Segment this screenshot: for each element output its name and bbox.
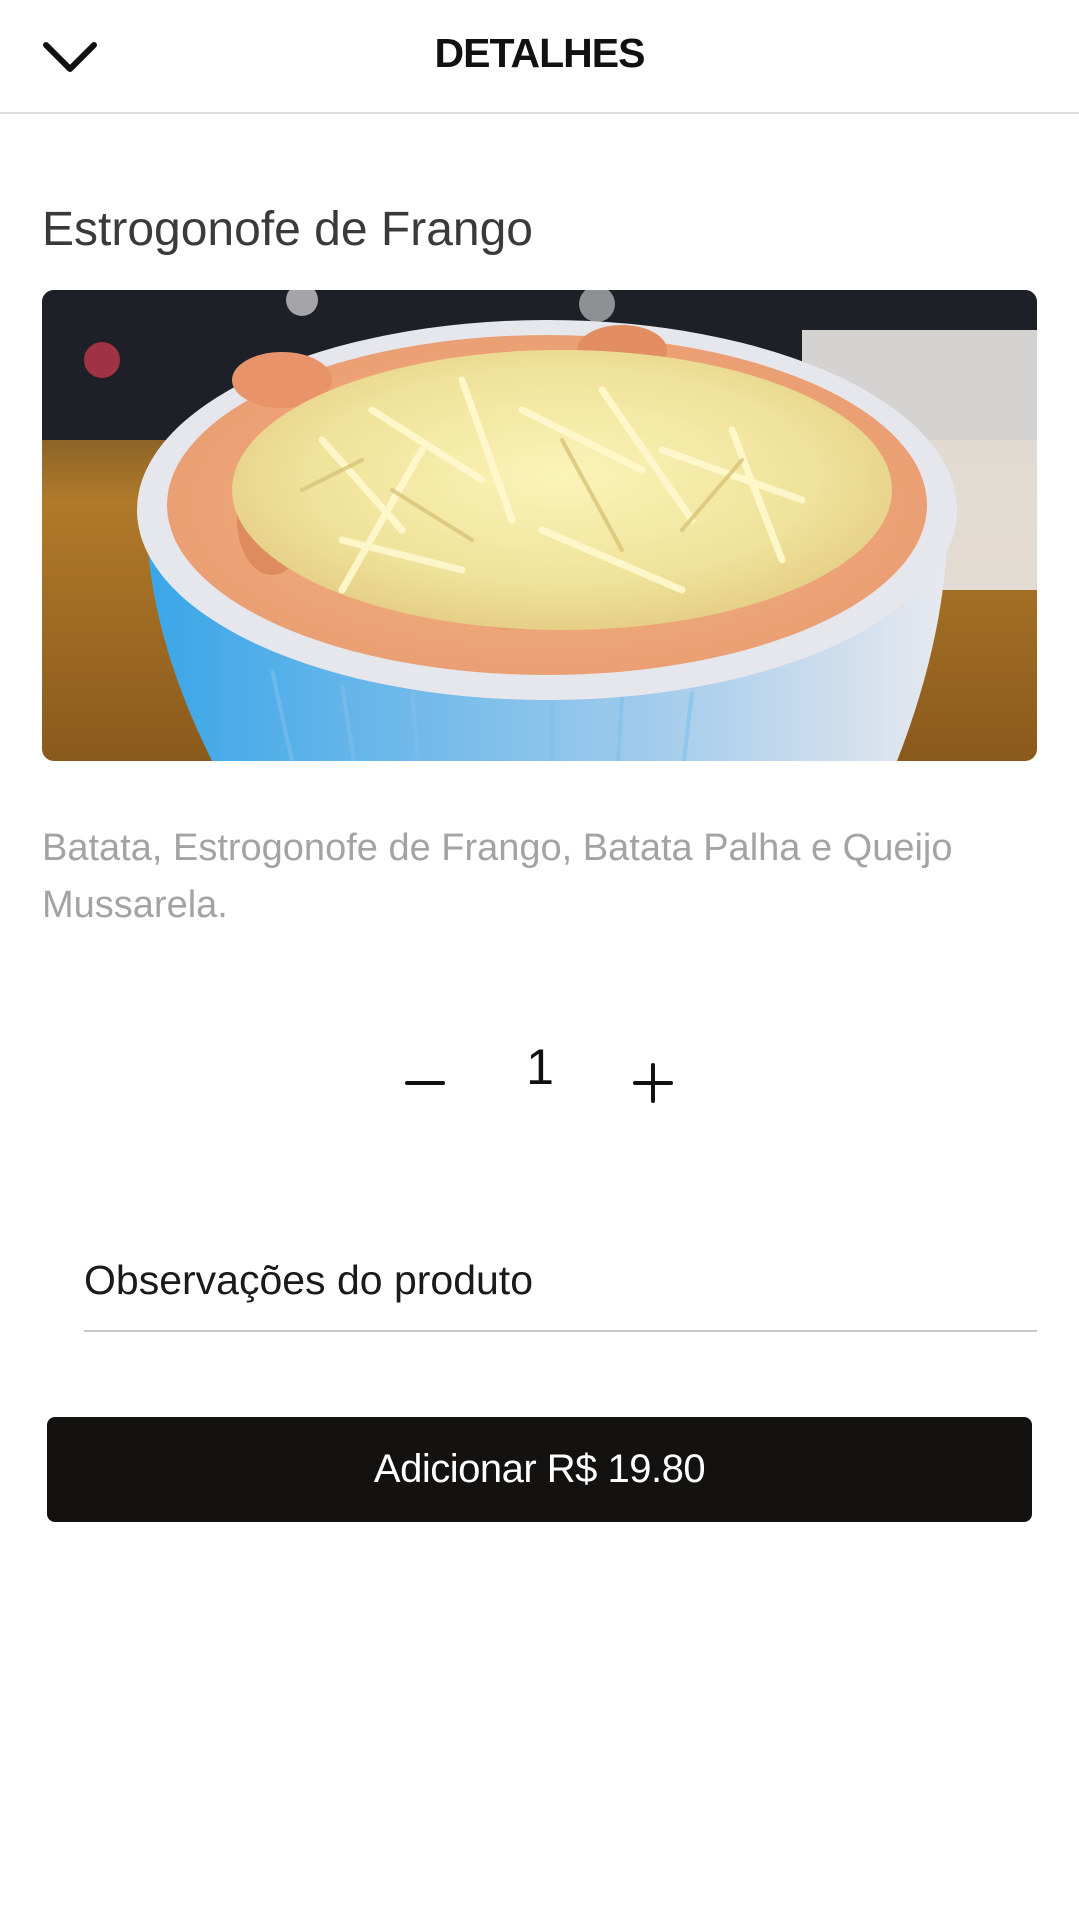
product-image: [42, 290, 1037, 761]
product-description: Batata, Estrogonofe de Frango, Batata Pa…: [42, 827, 953, 926]
plus-icon: [633, 1063, 673, 1103]
minus-icon: [405, 1081, 445, 1085]
product-notes-input[interactable]: [84, 1230, 1037, 1332]
header-bar: DETALHES: [0, 0, 1079, 114]
page-title: DETALHES: [434, 30, 646, 76]
decrease-quantity-button[interactable]: [390, 1048, 460, 1118]
product-name: Estrogonofe de Frango: [42, 203, 533, 256]
quantity-stepper: 1: [0, 1030, 1079, 1130]
quantity-value: 1: [526, 1039, 554, 1095]
add-to-cart-button[interactable]: Adicionar R$ 19.80: [47, 1417, 1032, 1522]
increase-quantity-button[interactable]: [618, 1048, 688, 1118]
